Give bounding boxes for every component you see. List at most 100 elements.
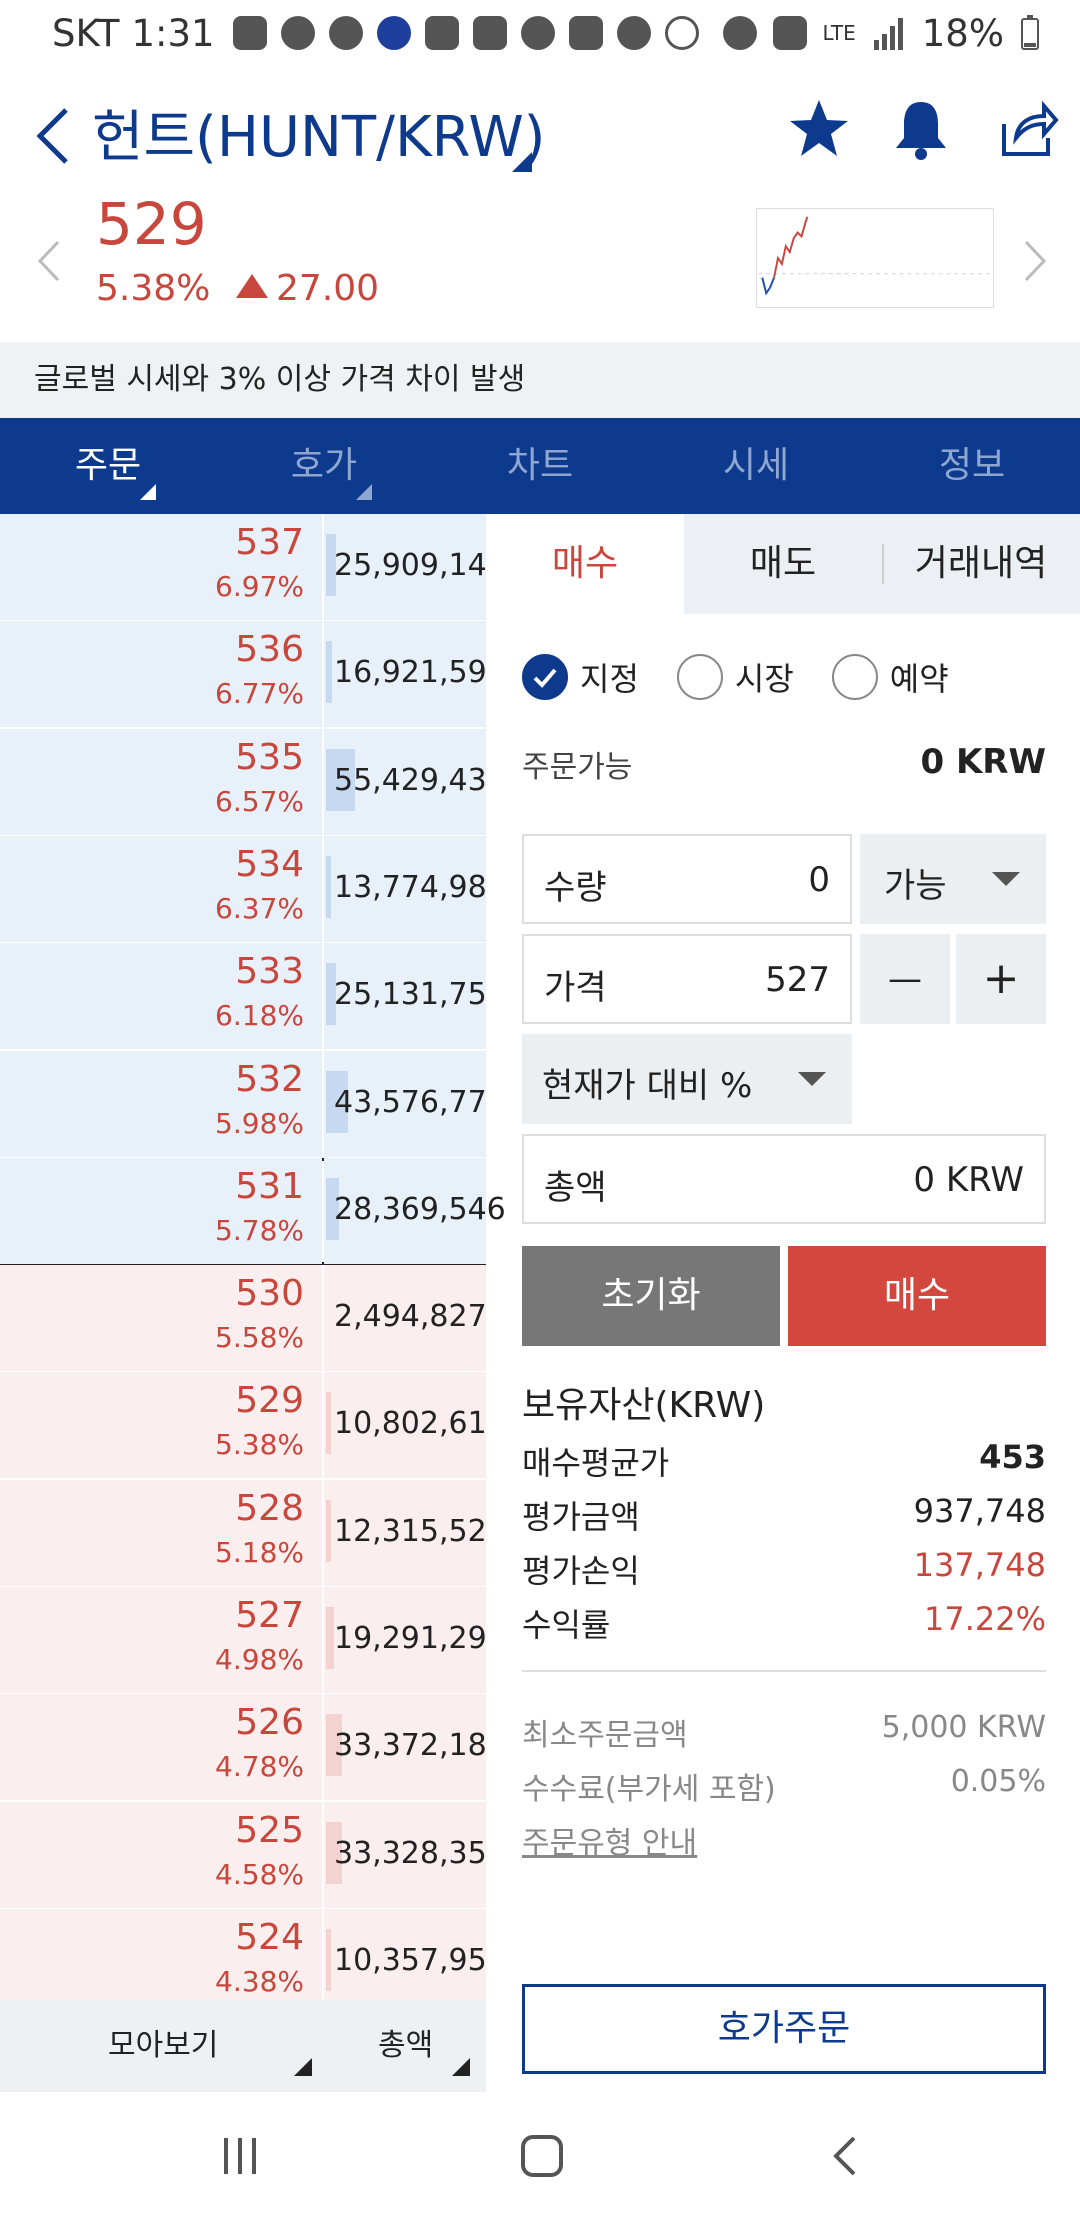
price-cell[interactable]: 526 4.78%: [0, 1694, 322, 1801]
change-rate: 5.38%: [96, 268, 211, 309]
volume-cell[interactable]: 25,131,754: [324, 943, 506, 1050]
orderbook-row[interactable]: 530 5.58% 2,494,827: [0, 1265, 487, 1373]
volume-cell[interactable]: 10,357,954: [324, 1908, 506, 2015]
chat-icon: [328, 16, 363, 50]
tab-info-label: 정보: [938, 445, 1006, 486]
volume-cell[interactable]: 10,802,615: [324, 1372, 506, 1479]
orderbook-row[interactable]: 533 6.18% 25,131,754: [0, 943, 506, 1051]
total-toggle-button[interactable]: 총액: [378, 2000, 433, 2092]
volume-cell[interactable]: 19,291,293: [324, 1587, 506, 1693]
row-price: 531: [235, 1165, 304, 1207]
buy-button[interactable]: 매수: [788, 1246, 1046, 1346]
volume-cell[interactable]: 25,909,140: [324, 514, 506, 620]
tab-hoga[interactable]: 호가: [216, 418, 432, 514]
row-rate: 4.98%: [215, 1643, 304, 1676]
next-coin-icon[interactable]: [1020, 236, 1050, 286]
group-view-corner-icon: [294, 2058, 312, 2076]
recent-apps-icon[interactable]: [220, 2136, 264, 2176]
min-order-row: 최소주문금액 5,000 KRW: [522, 1710, 1046, 1754]
orderbook-row[interactable]: 525 4.58% 33,328,358: [0, 1801, 506, 1909]
volume-cell[interactable]: 33,372,180: [324, 1694, 506, 1801]
price-cell[interactable]: 527 4.98%: [0, 1587, 322, 1693]
price-cell[interactable]: 532 5.98%: [0, 1050, 322, 1157]
main-tabs: 주문 호가 차트 시세 정보: [0, 418, 1080, 514]
quantity-input[interactable]: 수량 0: [522, 834, 852, 924]
quantity-label: 수량: [544, 868, 607, 908]
group-view-button[interactable]: 모아보기: [108, 2000, 218, 2092]
reset-button[interactable]: 초기화: [522, 1246, 780, 1346]
price-cell[interactable]: 534 6.37%: [0, 835, 322, 942]
price-cell[interactable]: 529 5.38%: [0, 1372, 322, 1479]
volume-cell[interactable]: 2,494,827: [324, 1265, 487, 1372]
search-icon: [664, 16, 699, 50]
price-input[interactable]: 가격 527: [522, 934, 852, 1024]
share-icon[interactable]: [990, 94, 1060, 164]
available-value: 0 KRW: [920, 742, 1046, 782]
order-tabs: 매수 매도 거래내역: [486, 514, 1080, 614]
alarm-bell-icon[interactable]: [886, 94, 956, 164]
tab-order[interactable]: 주문: [0, 418, 216, 514]
orderbook-row[interactable]: 534 6.37% 13,774,982: [0, 835, 506, 943]
quantity-option-select[interactable]: 가능: [860, 834, 1046, 924]
row-price: 524: [235, 1916, 304, 1958]
volume-cell[interactable]: 13,774,982: [324, 835, 506, 942]
coin-dropdown-triangle-icon[interactable]: [512, 152, 532, 172]
radio-market[interactable]: 시장: [676, 654, 794, 700]
order-tab-sell[interactable]: 매도: [684, 514, 882, 614]
price-plus-button[interactable]: +: [956, 934, 1046, 1024]
tab-quote[interactable]: 시세: [648, 418, 864, 514]
price-gap-notice[interactable]: 글로벌 시세와 3% 이상 가격 차이 발생: [0, 342, 1080, 418]
row-price: 533: [235, 951, 304, 993]
price-value: 527: [765, 960, 830, 1000]
volume-cell[interactable]: 28,369,546: [324, 1157, 506, 1264]
row-rate: 6.97%: [215, 570, 304, 603]
mini-chart[interactable]: [756, 208, 994, 308]
tab-corner-icon: [356, 484, 372, 500]
row-price: 527: [235, 1595, 304, 1636]
price-cell[interactable]: 528 5.18%: [0, 1479, 322, 1586]
price-cell[interactable]: 531 5.78%: [0, 1157, 322, 1264]
price-minus-button[interactable]: —: [860, 934, 950, 1024]
orderbook-row[interactable]: 527 4.98% 19,291,293: [0, 1587, 506, 1694]
tab-info[interactable]: 정보: [864, 418, 1080, 514]
orderbook-row[interactable]: 535 6.57% 55,429,433: [0, 728, 506, 836]
volume-cell[interactable]: 16,921,594: [324, 621, 506, 728]
order-tab-buy[interactable]: 매수: [486, 514, 684, 614]
volume-cell[interactable]: 55,429,433: [324, 728, 506, 835]
prev-coin-icon[interactable]: [34, 236, 64, 286]
row-price: 530: [235, 1273, 304, 1315]
price-cell[interactable]: 533 6.18%: [0, 943, 322, 1050]
price-cell[interactable]: 525 4.58%: [0, 1801, 322, 1908]
volume-cell[interactable]: 12,315,527: [324, 1479, 506, 1586]
price-cell[interactable]: 524 4.38%: [0, 1908, 322, 2015]
total-input[interactable]: 총액 0 KRW: [522, 1134, 1046, 1224]
lte-label: LTE: [822, 21, 856, 45]
back-arrow-icon[interactable]: [30, 96, 80, 176]
home-icon[interactable]: [520, 2134, 564, 2178]
orderbook-row[interactable]: 529 5.38% 10,802,615: [0, 1372, 506, 1480]
price-cell[interactable]: 537 6.97%: [0, 514, 322, 620]
orderbook-row[interactable]: 526 4.78% 33,372,180: [0, 1694, 506, 1802]
talk-icon: [280, 16, 315, 50]
price-cell[interactable]: 530 5.58%: [0, 1265, 322, 1372]
volume-cell[interactable]: 33,328,358: [324, 1801, 506, 1908]
battery-level: 18%: [921, 11, 1004, 55]
order-tab-history[interactable]: 거래내역: [882, 514, 1080, 614]
price-cell[interactable]: 535 6.57%: [0, 728, 322, 835]
orderbook-row[interactable]: 531 5.78% 28,369,546: [0, 1157, 506, 1265]
favorite-star-icon[interactable]: [784, 94, 854, 164]
tab-chart[interactable]: 차트: [432, 418, 648, 514]
radio-reserve[interactable]: 예약: [831, 654, 949, 700]
percent-select[interactable]: 현재가 대비 %: [522, 1034, 852, 1124]
price-cell[interactable]: 536 6.77%: [0, 621, 322, 728]
back-nav-icon[interactable]: [828, 2134, 860, 2178]
radio-limit[interactable]: 지정: [522, 654, 639, 700]
order-type-guide-link[interactable]: 주문유형 안내: [522, 1818, 1046, 1862]
orderbook-row[interactable]: 537 6.97% 25,909,140: [0, 514, 506, 621]
volume-cell[interactable]: 43,576,779: [324, 1050, 506, 1157]
hoga-order-button[interactable]: 호가주문: [522, 1984, 1046, 2074]
orderbook-row[interactable]: 528 5.18% 12,315,527: [0, 1479, 506, 1587]
coin-title[interactable]: 헌트(HUNT/KRW): [92, 92, 546, 173]
orderbook-row[interactable]: 536 6.77% 16,921,594: [0, 621, 506, 729]
orderbook-row[interactable]: 532 5.98% 43,576,779: [0, 1050, 506, 1158]
